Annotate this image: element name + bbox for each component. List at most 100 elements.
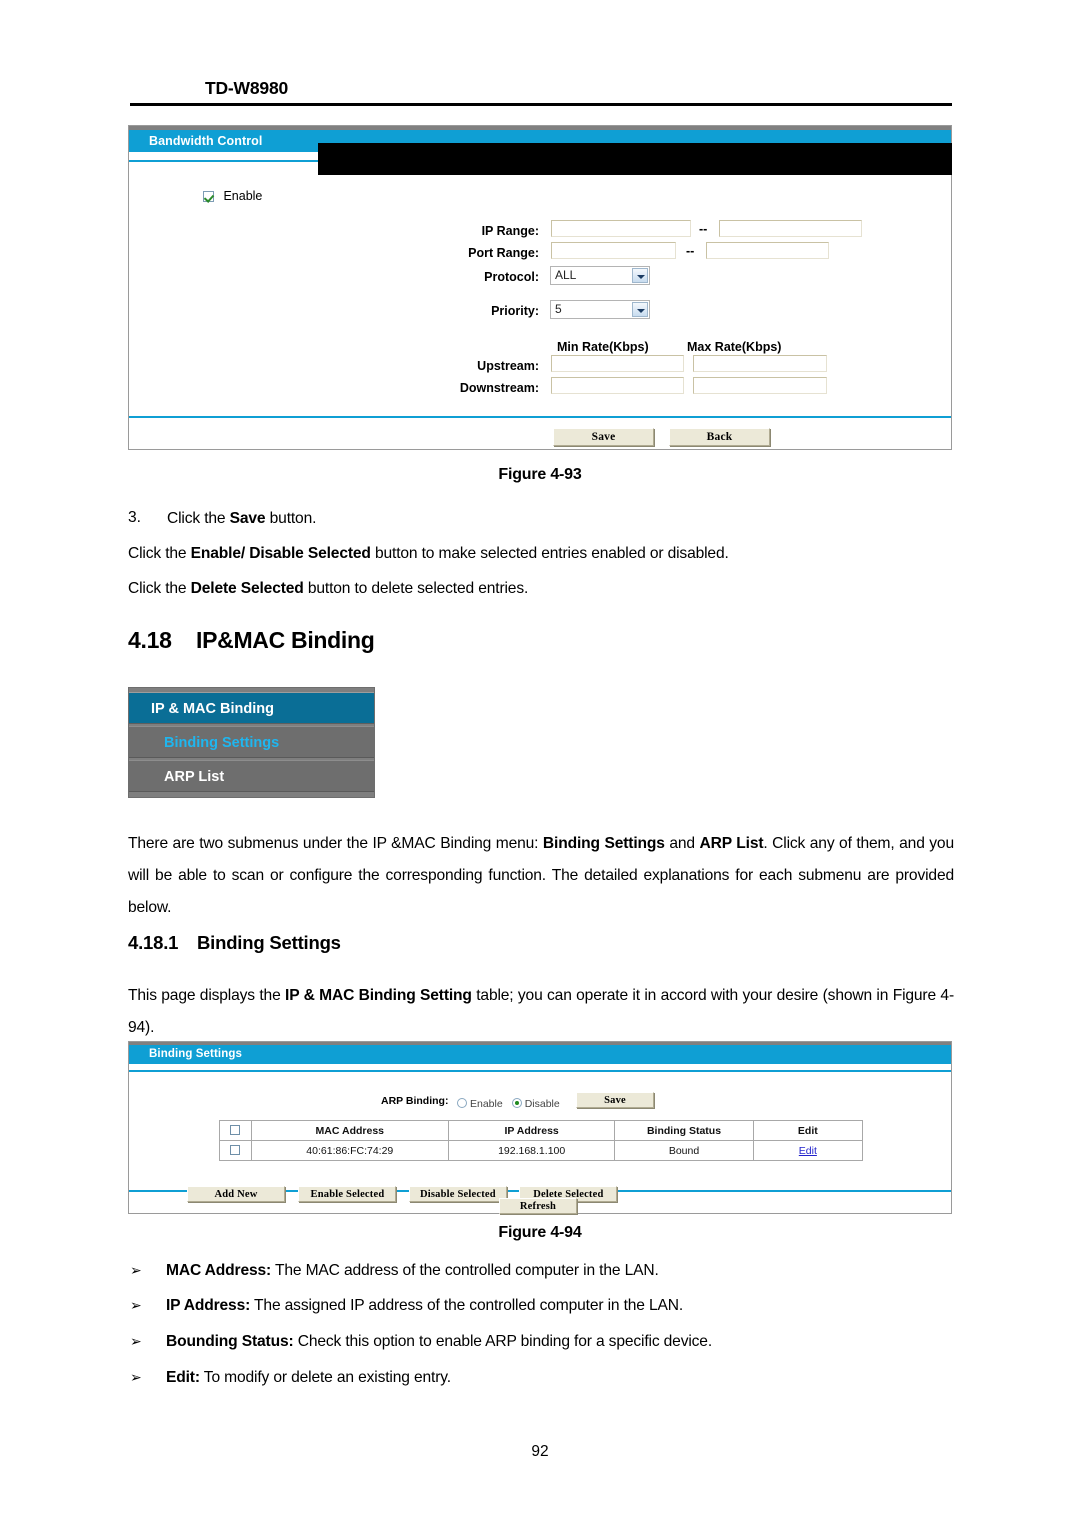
menu-item-arp-list[interactable]: ARP List	[129, 760, 374, 792]
upstream-max-input[interactable]	[693, 355, 827, 372]
priority-select[interactable]: 5	[550, 300, 650, 319]
binding-intro-bold1: IP & MAC Binding Setting	[285, 987, 472, 1004]
chevron-down-icon[interactable]	[632, 302, 648, 317]
port-range-start-input[interactable]	[551, 242, 676, 259]
upstream-label: Upstream:	[477, 359, 539, 373]
delete-pre: Click the	[128, 580, 191, 597]
header-model-name: TD-W8980	[205, 78, 289, 98]
bullet-arrow-icon: ➢	[130, 1297, 142, 1313]
figure-4-93-caption: Figure 4-93	[498, 466, 582, 483]
port-range-label: Port Range:	[468, 246, 539, 260]
save-button[interactable]: Save	[553, 428, 654, 446]
cell-edit[interactable]: Edit	[752, 1140, 864, 1161]
delete-bold: Delete Selected	[190, 580, 304, 597]
bullet-arrow-icon: ➢	[130, 1262, 142, 1278]
edit-link[interactable]: Edit	[799, 1145, 817, 1157]
arp-binding-disable-radio[interactable]	[511, 1098, 522, 1108]
binding-table: MAC Address IP Address Binding Status Ed…	[219, 1120, 864, 1161]
enable-checkbox[interactable]	[203, 191, 214, 202]
enable-checkbox-row[interactable]: Enable	[203, 187, 262, 205]
bandwidth-panel-body: Enable IP Range: -- Port Range: -- Proto…	[129, 162, 951, 416]
cell-mac-address: 40:61:86:FC:74:29	[250, 1140, 449, 1161]
protocol-value: ALL	[555, 268, 577, 282]
cell-binding-status: Bound	[614, 1140, 754, 1161]
binding-intro-part1: This page displays the	[128, 987, 286, 1004]
protocol-select[interactable]: ALL	[550, 266, 650, 285]
ip-range-end-input[interactable]	[719, 220, 862, 237]
table-header-row: MAC Address IP Address Binding Status Ed…	[219, 1120, 864, 1141]
select-all-header[interactable]	[219, 1120, 252, 1141]
priority-value: 5	[555, 302, 562, 316]
menu-item-ip-mac-binding[interactable]: IP & MAC Binding	[129, 692, 374, 724]
priority-label: Priority:	[491, 304, 539, 318]
binding-panel-title: Binding Settings	[129, 1045, 951, 1064]
bullet-edit: Edit: To modify or delete an existing en…	[166, 1367, 966, 1389]
page-number: 92	[531, 1443, 549, 1460]
step-3-post: button.	[265, 510, 317, 527]
arp-binding-disable-label: Disable	[524, 1098, 560, 1110]
chevron-down-icon[interactable]	[632, 268, 648, 283]
bullet-mac-desc: The MAC address of the controlled comput…	[271, 1262, 659, 1279]
intro-bold2: ARP List	[699, 835, 764, 852]
downstream-label: Downstream:	[459, 381, 539, 395]
arp-binding-enable-radio[interactable]	[457, 1098, 467, 1108]
back-button[interactable]: Back	[669, 428, 770, 446]
arp-binding-radio-group[interactable]: Enable Disable	[457, 1094, 569, 1112]
binding-intro-paragraph: This page displays the IP & MAC Binding …	[128, 980, 954, 1044]
max-rate-header: Max Rate(Kbps)	[687, 340, 782, 354]
bullet-bounding-term: Bounding Status:	[166, 1333, 294, 1350]
row-select-cell[interactable]	[219, 1140, 252, 1161]
enable-label: Enable	[223, 189, 263, 203]
ip-range-start-input[interactable]	[551, 220, 691, 237]
section-418-title: IP&MAC Binding	[196, 627, 375, 653]
downstream-min-input[interactable]	[551, 377, 684, 394]
section-4181-title: Binding Settings	[197, 932, 341, 953]
port-range-end-input[interactable]	[706, 242, 829, 259]
col-mac-address: MAC Address	[250, 1120, 449, 1141]
bullet-ip-desc: The assigned IP address of the controlle…	[250, 1297, 684, 1314]
protocol-label: Protocol:	[484, 270, 539, 284]
step-3-number: 3.	[128, 509, 142, 526]
figure-4-94-caption: Figure 4-94	[498, 1224, 582, 1241]
ip-range-label: IP Range:	[481, 224, 539, 238]
step-3-bold: Save	[229, 510, 266, 527]
bullet-arrow-icon: ➢	[130, 1369, 142, 1385]
bullet-edit-desc: To modify or delete an existing entry.	[199, 1369, 451, 1386]
downstream-max-input[interactable]	[693, 377, 827, 394]
bullet-ip-address: IP Address: The assigned IP address of t…	[166, 1295, 966, 1317]
intro-bold1: Binding Settings	[542, 835, 665, 852]
bullet-edit-term: Edit:	[166, 1369, 200, 1386]
header-document-title: N600 Wireless Dual Band Gigabit ADSL2+ M…	[330, 79, 880, 99]
bullet-arrow-icon: ➢	[130, 1333, 142, 1349]
bullet-mac-term: MAC Address:	[166, 1262, 272, 1279]
row-checkbox[interactable]	[230, 1144, 241, 1155]
menu-item-binding-settings[interactable]: Binding Settings	[129, 726, 374, 758]
delete-post: button to delete selected entries.	[303, 580, 529, 597]
enable-disable-post: button to make selected entries enabled …	[370, 545, 729, 562]
enable-disable-pre: Click the	[128, 545, 191, 562]
arp-binding-enable-label: Enable	[470, 1098, 503, 1110]
step-3-text: Click the Save button.	[167, 509, 767, 529]
arp-binding-save-button[interactable]: Save	[576, 1092, 654, 1108]
paragraph-enable-disable: Click the Enable/ Disable Selected butto…	[128, 544, 958, 564]
intro-part1: There are two submenus under the IP &MAC…	[128, 835, 543, 852]
refresh-button[interactable]: Refresh	[499, 1198, 577, 1214]
ip-mac-binding-menu: IP & MAC Binding Binding Settings ARP Li…	[128, 687, 375, 798]
bullet-bounding-status: Bounding Status: Check this option to en…	[166, 1331, 966, 1353]
step-3-pre: Click the	[167, 510, 230, 527]
col-ip-address: IP Address	[447, 1120, 616, 1141]
enable-disable-bold: Enable/ Disable Selected	[190, 545, 371, 562]
upstream-min-input[interactable]	[551, 355, 684, 372]
bullet-bounding-desc: Check this option to enable ARP binding …	[293, 1333, 713, 1350]
select-all-checkbox[interactable]	[230, 1124, 241, 1135]
table-row: 40:61:86:FC:74:29 192.168.1.100 Bound Ed…	[219, 1140, 864, 1161]
binding-settings-panel: Binding Settings ARP Binding: Enable Disa…	[128, 1041, 952, 1214]
bullet-mac-address: MAC Address: The MAC address of the cont…	[166, 1260, 966, 1282]
bullet-ip-term: IP Address:	[166, 1297, 251, 1314]
header-black-band	[318, 143, 952, 175]
min-rate-header: Min Rate(Kbps)	[557, 340, 649, 354]
arp-binding-label: ARP Binding:	[381, 1095, 449, 1107]
col-edit: Edit	[752, 1120, 864, 1141]
binding-panel-footer: Refresh	[129, 1192, 951, 1217]
section-418-number: 4.18	[128, 627, 172, 653]
